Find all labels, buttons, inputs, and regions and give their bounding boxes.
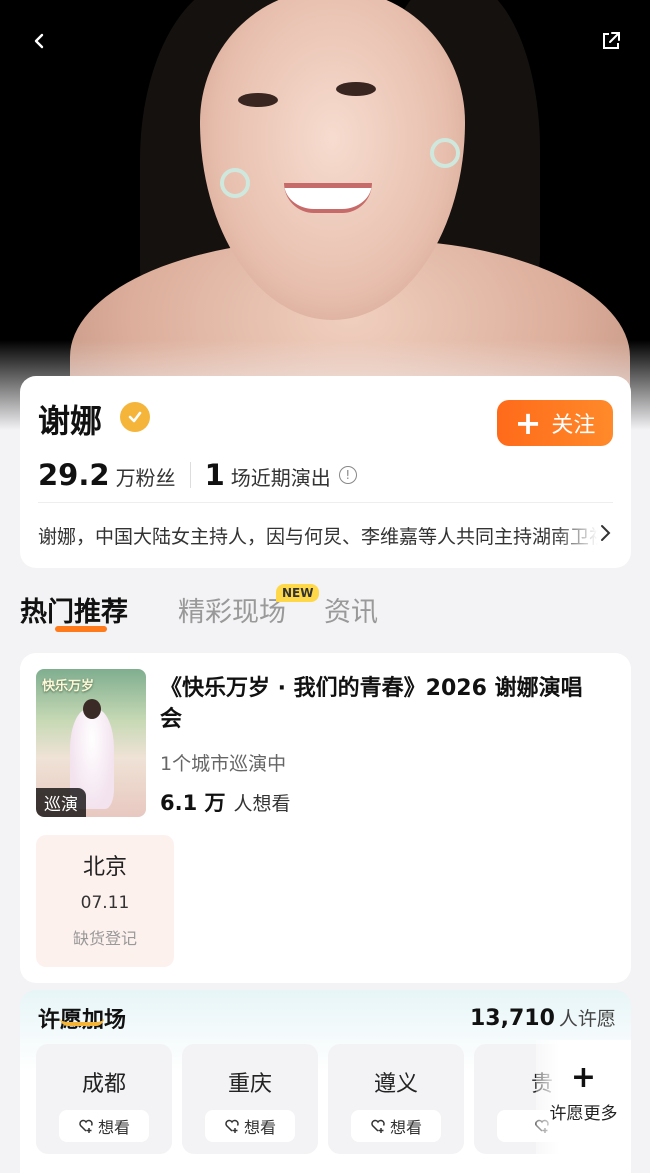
shows-count: 1 [204,458,225,492]
chevron-left-icon [34,33,44,49]
want-button-label: 想看 [243,1118,276,1137]
follow-button[interactable]: + 关注 [497,400,613,446]
concert-tour-status: 1个城市巡演中 [160,753,287,775]
want-button-label: 想看 [97,1118,130,1137]
artist-name: 谢娜 [38,402,103,440]
heart-plus-icon [371,1119,385,1133]
wish-more-label: 许愿更多 [549,1104,618,1124]
want-to-see-count: 6.1 万 人想看 [160,787,291,817]
tour-tag: 巡演 [36,788,86,817]
wish-more-button[interactable]: + 许愿更多 [536,1040,631,1160]
info-icon[interactable]: ! [338,466,357,484]
wish-city-zunyi[interactable]: 遵义 想看 [328,1044,464,1154]
concert-title[interactable]: 《快乐万岁 · 我们的青春》2026 谢娜演唱会 [160,673,600,735]
share-button[interactable] [592,22,630,60]
wish-number: 13,710 [470,1006,555,1031]
share-icon [603,32,620,49]
artist-bio[interactable]: 谢娜，中国大陆女主持人，因与何炅、李维嘉等人共同主持湖南卫视 [38,522,598,549]
concert-card[interactable]: 快乐万岁 巡演 《快乐万岁 · 我们的青春》2026 谢娜演唱会 1个城市巡演中… [20,653,631,983]
stats-divider [189,462,191,488]
want-to-see-button[interactable]: 想看 [351,1110,441,1142]
shows-unit: 场近期演出 [230,466,331,490]
wish-count: 13,710 人许愿 [470,1004,616,1031]
poster-title: 快乐万岁 [42,679,95,694]
tab-news[interactable]: 资讯 [324,590,378,629]
city-name: 北京 [82,855,127,880]
chevron-right-icon[interactable] [598,522,612,549]
verified-badge-icon [120,402,150,432]
heart-plus-icon [79,1119,93,1133]
artist-hero-image [0,0,650,430]
plus-icon: + [570,1060,597,1095]
wish-extra-show-card: 许愿加场 13,710 人许愿 成都 想看 重庆 想看 遵义 想看 贵 + 许愿… [20,990,631,1173]
wish-city-name: 遵义 [373,1072,418,1097]
wish-city-name: 重庆 [227,1072,272,1097]
fans-unit: 万粉丝 [115,466,176,490]
fans-count: 29.2 [38,458,110,492]
follow-label: 关注 [551,413,596,438]
new-badge: NEW [276,584,320,602]
wish-city-chongqing[interactable]: 重庆 想看 [182,1044,318,1154]
title-decoration [60,1018,104,1026]
want-unit: 人想看 [233,793,291,815]
wish-unit: 人许愿 [558,1008,616,1030]
want-to-see-button[interactable]: 想看 [59,1110,149,1142]
wish-city-chengdu[interactable]: 成都 想看 [36,1044,172,1154]
wish-city-name: 成都 [81,1072,126,1097]
back-button[interactable] [20,22,58,60]
want-button-label: 想看 [389,1118,422,1137]
concert-poster[interactable]: 快乐万岁 巡演 [36,669,146,817]
heart-plus-icon [225,1119,239,1133]
want-number: 6.1 万 [160,791,226,815]
tab-hot-recommend[interactable]: 热门推荐 [20,590,128,629]
tab-live-highlights[interactable]: 精彩现场 [178,590,286,629]
city-date: 07.11 [80,893,130,913]
artist-stats: 29.2 万粉丝 1 场近期演出 ! [38,458,357,492]
plus-icon: + [514,404,542,442]
city-session-beijing[interactable]: 北京 07.11 缺货登记 [36,835,174,967]
card-divider [38,502,613,503]
out-of-stock-register[interactable]: 缺货登记 [36,925,174,949]
want-to-see-button[interactable]: 想看 [205,1110,295,1142]
artist-profile-card: 谢娜 + 关注 29.2 万粉丝 1 场近期演出 ! 谢娜，中国大陆女主持人，因… [20,376,631,568]
